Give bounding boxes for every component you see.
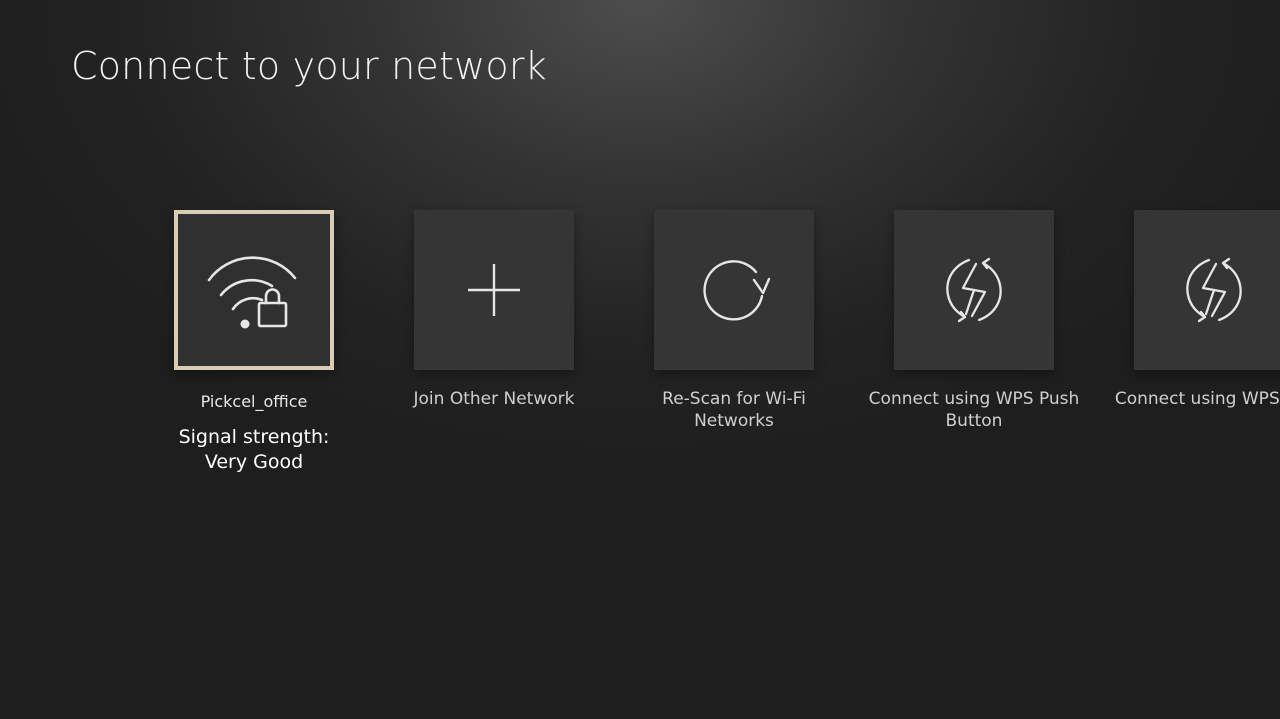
wps-pin-label: Connect using WPS PIN: [1114, 389, 1280, 409]
wps-push-button-box[interactable]: [894, 210, 1054, 370]
wps-pin-tile[interactable]: Connect using WPS PIN: [1115, 210, 1280, 410]
refresh-icon: [696, 252, 772, 328]
rescan-networks-box[interactable]: [654, 210, 814, 370]
signal-strength-value: Very Good: [204, 451, 304, 473]
wifi-locked-icon: [204, 250, 304, 330]
network-tile-pickcel-office[interactable]: Pickcel_office Signal strength: Very Goo…: [174, 210, 334, 475]
join-other-network-label: Join Other Network: [413, 389, 575, 409]
network-tile-box[interactable]: [174, 210, 334, 370]
wps-icon: [1176, 252, 1252, 328]
rescan-networks-label: Re-Scan for Wi-Fi Networks: [662, 389, 806, 431]
plus-icon: [464, 260, 524, 320]
page-title: Connect to your network: [71, 44, 547, 88]
network-name: Pickcel_office: [200, 392, 308, 411]
join-other-network-tile[interactable]: Join Other Network: [414, 210, 574, 410]
wps-pin-box[interactable]: [1134, 210, 1280, 370]
wps-push-button-tile[interactable]: Connect using WPS Push Button: [869, 210, 1079, 432]
signal-strength-label: Signal strength:: [178, 426, 330, 448]
wps-icon: [936, 252, 1012, 328]
wps-push-button-label: Connect using WPS Push Button: [868, 389, 1080, 431]
signal-strength: Signal strength: Very Good: [144, 425, 364, 475]
join-other-network-box[interactable]: [414, 210, 574, 370]
rescan-networks-tile[interactable]: Re-Scan for Wi-Fi Networks: [654, 210, 814, 432]
